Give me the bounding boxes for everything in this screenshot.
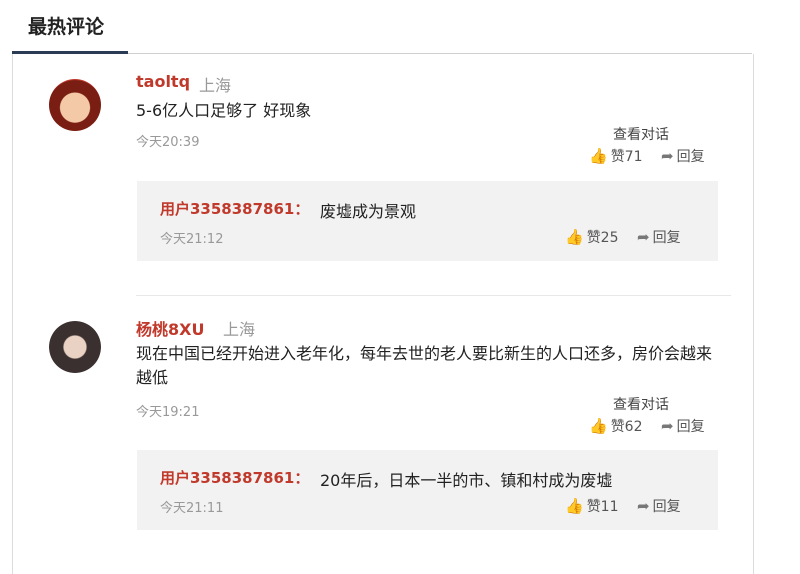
- thumbs-up-icon: 👍: [589, 147, 608, 165]
- reply-text: 废墟成为景观: [320, 202, 417, 221]
- thumbs-up-icon: 👍: [565, 228, 584, 246]
- view-conversation-link[interactable]: 查看对话: [613, 124, 669, 144]
- comment-time: 今天20:39: [136, 135, 200, 150]
- reply-box: 用户3358387861： 废墟成为景观 今天21:12 👍 赞25 ➦ 回复: [137, 181, 718, 261]
- comment-text: 5-6亿人口足够了 好现象: [136, 101, 312, 120]
- reply-like-count: 赞25: [586, 230, 619, 246]
- reply-username[interactable]: 用户3358387861：: [160, 467, 309, 488]
- section-title: 最热评论: [28, 16, 105, 38]
- reply-reply-button[interactable]: ➦ 回复: [637, 227, 681, 247]
- comment-item: taoltq 上海 5-6亿人口足够了 好现象 今天20:39 查看对话 👍 赞…: [13, 54, 753, 284]
- like-button[interactable]: 👍 赞62: [589, 416, 643, 436]
- view-conversation-link[interactable]: 查看对话: [613, 394, 669, 414]
- reply-like-button[interactable]: 👍 赞25: [565, 227, 619, 247]
- reply-time: 今天21:12: [160, 232, 224, 247]
- avatar[interactable]: [49, 321, 101, 373]
- reply-arrow-icon: ➦: [637, 228, 650, 246]
- like-button[interactable]: 👍 赞71: [589, 146, 643, 166]
- reply-reply-button[interactable]: ➦ 回复: [637, 496, 681, 516]
- comment-username[interactable]: 杨桃8XU: [136, 316, 204, 340]
- comments-panel: taoltq 上海 5-6亿人口足够了 好现象 今天20:39 查看对话 👍 赞…: [12, 54, 754, 574]
- reply-arrow-icon: ➦: [661, 417, 674, 435]
- reply-label: 回复: [652, 230, 681, 246]
- reply-time: 今天21:11: [160, 501, 224, 516]
- comment-location: 上海: [199, 76, 232, 95]
- reply-arrow-icon: ➦: [661, 147, 674, 165]
- reply-text: 20年后，日本一半的市、镇和村成为废墟: [320, 471, 613, 490]
- reply-label: 回复: [652, 499, 681, 515]
- reply-button[interactable]: ➦ 回复: [661, 416, 705, 436]
- comment-item: 杨桃8XU 上海 现在中国已经开始进入老年化，每年去世的老人要比新生的人口还多，…: [13, 304, 753, 564]
- comment-time: 今天19:21: [136, 405, 200, 420]
- comment-username[interactable]: taoltq: [136, 72, 190, 91]
- thumbs-up-icon: 👍: [565, 497, 584, 515]
- reply-arrow-icon: ➦: [637, 497, 650, 515]
- comment-location: 上海: [223, 320, 256, 339]
- reply-label: 回复: [676, 419, 705, 435]
- thumbs-up-icon: 👍: [589, 417, 608, 435]
- reply-box: 用户3358387861： 20年后，日本一半的市、镇和村成为废墟 今天21:1…: [137, 450, 718, 530]
- reply-username[interactable]: 用户3358387861：: [160, 198, 309, 219]
- reply-button[interactable]: ➦ 回复: [661, 146, 705, 166]
- reply-like-count: 赞11: [586, 499, 619, 515]
- reply-like-button[interactable]: 👍 赞11: [565, 496, 619, 516]
- comments-header: 最热评论: [0, 0, 800, 55]
- avatar[interactable]: [49, 79, 101, 131]
- comment-divider: [136, 295, 731, 296]
- reply-label: 回复: [676, 149, 705, 165]
- like-count: 赞62: [610, 419, 643, 435]
- like-count: 赞71: [610, 149, 643, 165]
- comment-text: 现在中国已经开始进入老年化，每年去世的老人要比新生的人口还多，房价会越来越低: [136, 344, 713, 387]
